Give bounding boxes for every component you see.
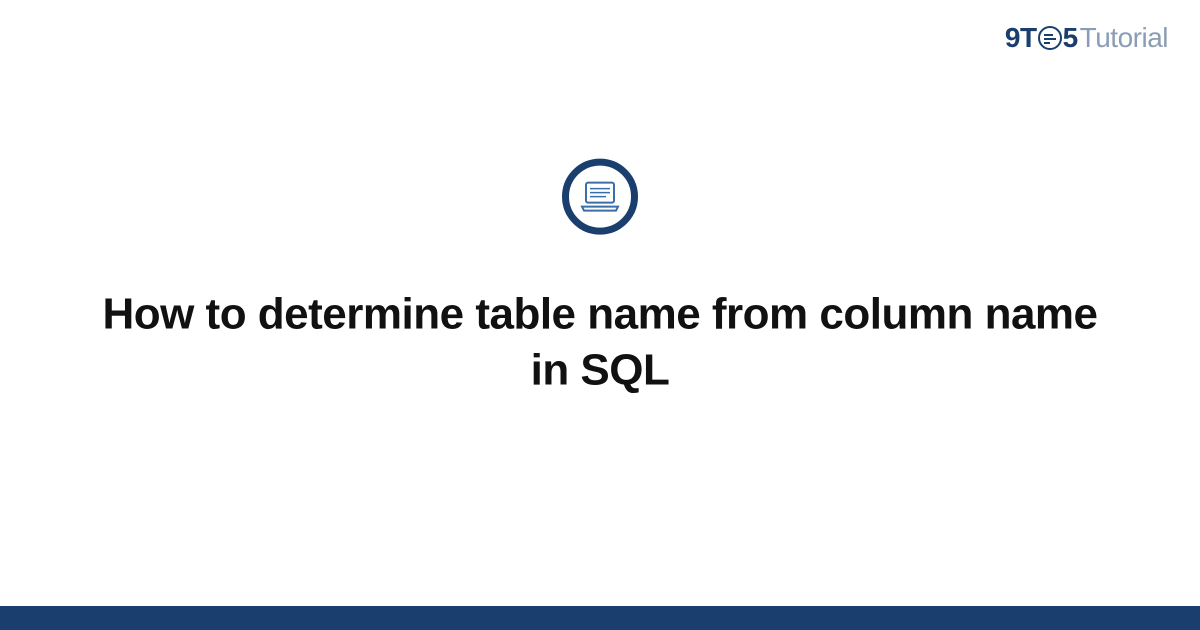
logo-text-nine: 9 bbox=[1005, 22, 1020, 54]
laptop-icon bbox=[580, 181, 620, 213]
logo-text-t: T bbox=[1020, 22, 1037, 54]
laptop-icon-circle bbox=[562, 159, 638, 235]
footer-bar bbox=[0, 606, 1200, 630]
logo-text-five: 5 bbox=[1063, 22, 1078, 54]
clock-icon bbox=[1038, 26, 1062, 50]
site-logo[interactable]: 9 T 5 Tutorial bbox=[1005, 22, 1168, 54]
article-title: How to determine table name from column … bbox=[100, 287, 1100, 400]
logo-text-tutorial: Tutorial bbox=[1080, 22, 1168, 54]
main-content: How to determine table name from column … bbox=[0, 159, 1200, 400]
